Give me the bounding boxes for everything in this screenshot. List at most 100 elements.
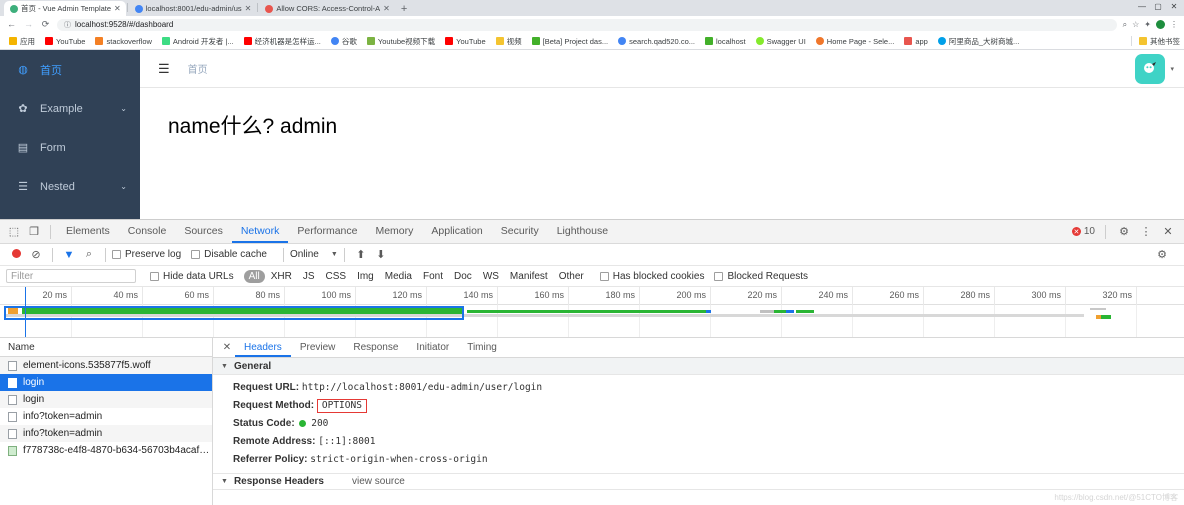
chevron-down-icon[interactable]: ▾: [1170, 65, 1174, 73]
bookmark-item[interactable]: Home Page - Sele...: [811, 37, 900, 46]
table-row[interactable]: info?token=admin: [0, 408, 212, 425]
address-bar[interactable]: ⓘ localhost:9528/#/dashboard: [57, 18, 1117, 31]
bookmarks-overflow[interactable]: 其他书签: [1127, 36, 1180, 47]
tab-performance[interactable]: Performance: [288, 220, 366, 243]
browser-tab-0[interactable]: 首页 - Vue Admin Template ✕: [4, 1, 126, 16]
filter-type-doc[interactable]: Doc: [449, 270, 477, 283]
has-blocked-cookies-checkbox[interactable]: Has blocked cookies: [599, 271, 704, 282]
tab-sources[interactable]: Sources: [175, 220, 232, 243]
close-icon[interactable]: ✕: [1158, 225, 1178, 238]
timeline-selection[interactable]: [4, 306, 464, 320]
avatar[interactable]: [1135, 53, 1166, 84]
sidebar-item-nested[interactable]: ☰ Nested ⌄: [0, 167, 140, 206]
filter-input[interactable]: Filter: [6, 269, 136, 283]
profile-icon[interactable]: [1156, 20, 1165, 29]
table-row[interactable]: login: [0, 391, 212, 408]
hamburger-icon[interactable]: ☰: [158, 62, 170, 75]
gear-icon[interactable]: ⚙: [1114, 225, 1134, 238]
search-icon[interactable]: ⌕: [79, 248, 99, 261]
filter-type-xhr[interactable]: XHR: [266, 270, 297, 283]
filter-type-manifest[interactable]: Manifest: [505, 270, 553, 283]
browser-tab-2[interactable]: Allow CORS: Access-Control-A ✕: [259, 1, 395, 16]
new-tab-button[interactable]: +: [395, 4, 413, 16]
zoom-icon[interactable]: ⌕: [1123, 20, 1127, 30]
sidebar-item-form[interactable]: ▤ Form: [0, 128, 140, 167]
table-row[interactable]: element-icons.535877f5.woff: [0, 357, 212, 374]
table-row[interactable]: login: [0, 374, 212, 391]
forward-icon[interactable]: →: [23, 20, 34, 29]
filter-type-ws[interactable]: WS: [478, 270, 504, 283]
bookmark-item[interactable]: search.qad520.co...: [613, 37, 700, 46]
close-icon[interactable]: ✕: [383, 4, 390, 13]
response-headers-section-header[interactable]: ▼ Response Headers view source: [213, 473, 1184, 490]
extensions-icon[interactable]: ✦: [1144, 20, 1151, 29]
minimize-icon[interactable]: —: [1134, 1, 1150, 13]
tab-lighthouse[interactable]: Lighthouse: [548, 220, 617, 243]
menu-icon[interactable]: ⋮: [1170, 20, 1178, 29]
bookmark-item[interactable]: stackoverflow: [90, 37, 156, 46]
bookmark-item[interactable]: 谷歌: [326, 36, 362, 47]
inspect-element-icon[interactable]: ⬚: [4, 225, 24, 238]
bookmark-item[interactable]: 阿里商品_大树商城...: [933, 36, 1024, 47]
browser-tab-1[interactable]: localhost:8001/edu-admin/us ✕: [128, 1, 257, 16]
tab-timing[interactable]: Timing: [458, 338, 506, 357]
filter-type-other[interactable]: Other: [554, 270, 589, 283]
filter-type-img[interactable]: Img: [352, 270, 379, 283]
star-icon[interactable]: ☆: [1132, 20, 1139, 29]
maximize-icon[interactable]: ▢: [1150, 1, 1166, 13]
export-har-icon[interactable]: ⬇: [371, 248, 391, 261]
preserve-log-checkbox[interactable]: Preserve log: [112, 249, 181, 260]
bookmark-item[interactable]: [Beta] Project das...: [527, 37, 613, 46]
network-settings-icon[interactable]: ⚙: [1152, 248, 1172, 261]
import-har-icon[interactable]: ⬆: [351, 248, 371, 261]
sidebar-item-example[interactable]: ✿ Example ⌄: [0, 89, 140, 128]
record-stop-icon[interactable]: [6, 248, 26, 261]
sidebar-item-dashboard[interactable]: ◍ 首页: [0, 50, 140, 89]
view-source-link[interactable]: view source: [352, 476, 405, 487]
filter-type-all[interactable]: All: [243, 269, 265, 283]
bookmark-item[interactable]: app: [899, 37, 933, 46]
general-section-header[interactable]: ▼ General: [213, 358, 1184, 375]
filter-type-js[interactable]: JS: [298, 270, 320, 283]
bookmark-item[interactable]: 视频: [491, 36, 527, 47]
info-icon[interactable]: ⓘ: [64, 20, 71, 30]
bookmark-item[interactable]: Swagger UI: [751, 37, 811, 46]
blocked-requests-checkbox[interactable]: Blocked Requests: [714, 271, 808, 282]
clear-icon[interactable]: ⊘: [26, 248, 46, 261]
kebab-menu-icon[interactable]: ⋮: [1136, 225, 1156, 238]
close-icon[interactable]: ✕: [245, 4, 252, 13]
tab-application[interactable]: Application: [422, 220, 491, 243]
bookmark-item[interactable]: 应用: [4, 36, 40, 47]
disable-cache-checkbox[interactable]: Disable cache: [191, 249, 267, 260]
tab-console[interactable]: Console: [119, 220, 176, 243]
tab-network[interactable]: Network: [231, 220, 289, 243]
filter-type-font[interactable]: Font: [418, 270, 448, 283]
tab-headers[interactable]: Headers: [235, 338, 291, 357]
device-toolbar-icon[interactable]: ❐: [24, 225, 44, 238]
hide-data-urls-checkbox[interactable]: Hide data URLs: [150, 271, 234, 282]
column-header-name[interactable]: Name: [0, 338, 212, 357]
bookmark-item[interactable]: Youtube视频下载: [362, 36, 440, 47]
error-badge[interactable]: ✕ 10: [1071, 226, 1095, 237]
close-icon[interactable]: ✕: [114, 4, 121, 13]
filter-type-media[interactable]: Media: [380, 270, 417, 283]
tab-security[interactable]: Security: [492, 220, 548, 243]
tab-elements[interactable]: Elements: [57, 220, 119, 243]
tab-preview[interactable]: Preview: [291, 338, 345, 357]
back-icon[interactable]: ←: [6, 20, 17, 29]
bookmark-item[interactable]: 经济机器是怎样运...: [239, 36, 326, 47]
bookmark-item[interactable]: YouTube: [440, 37, 490, 46]
bookmark-item[interactable]: YouTube: [40, 37, 90, 46]
throttling-select[interactable]: Online ▼: [290, 249, 338, 260]
close-detail-icon[interactable]: ✕: [219, 342, 235, 353]
reload-icon[interactable]: ⟳: [40, 20, 51, 29]
network-overview-timeline[interactable]: 20 ms 40 ms 60 ms 80 ms 100 ms 120 ms 14…: [0, 287, 1184, 338]
bookmark-item[interactable]: localhost: [700, 37, 751, 46]
tab-initiator[interactable]: Initiator: [407, 338, 458, 357]
filter-type-css[interactable]: CSS: [321, 270, 352, 283]
table-row[interactable]: f778738c-e4f8-4870-b634-56703b4acafe....: [0, 442, 212, 459]
window-close-icon[interactable]: ✕: [1166, 1, 1182, 13]
tab-response[interactable]: Response: [344, 338, 407, 357]
table-row[interactable]: info?token=admin: [0, 425, 212, 442]
tab-memory[interactable]: Memory: [366, 220, 422, 243]
